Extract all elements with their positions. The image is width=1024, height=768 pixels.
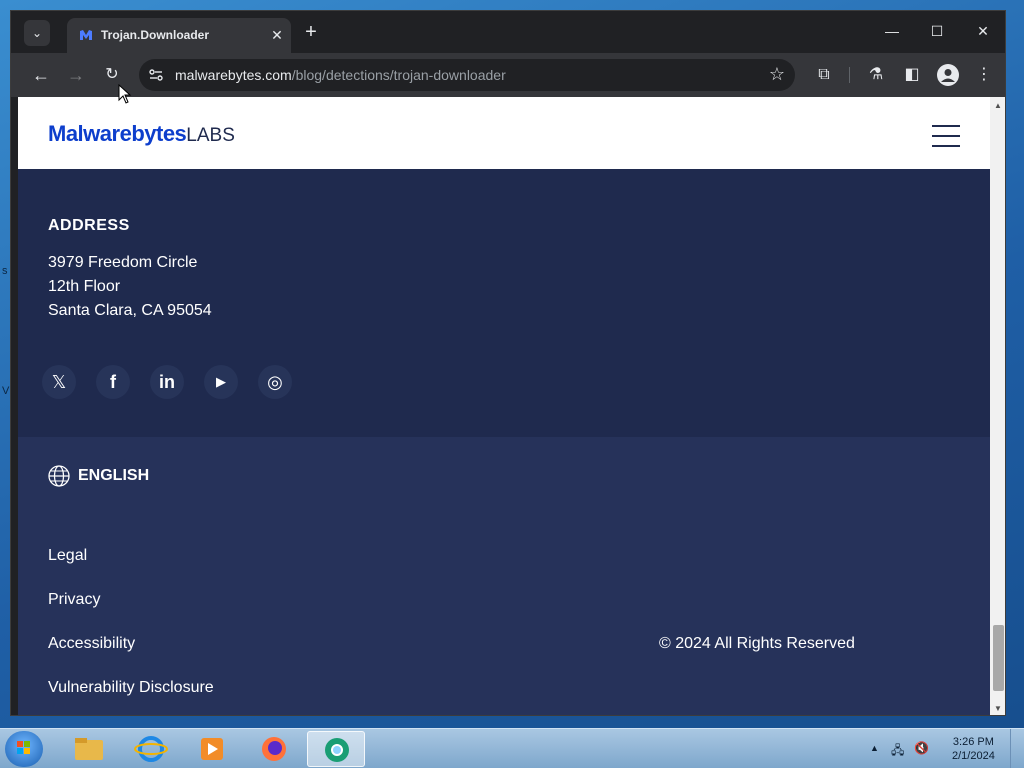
profile-avatar-icon[interactable] <box>936 63 960 87</box>
maximize-button[interactable]: ☐ <box>917 19 957 43</box>
windows-logo-icon <box>17 741 30 754</box>
social-link-linkedin[interactable]: in <box>150 365 184 399</box>
scroll-up-arrow-icon[interactable]: ▲ <box>994 101 1002 110</box>
start-button[interactable] <box>5 731 43 767</box>
footer-link-vulnerability-disclosure[interactable]: Vulnerability Disclosure <box>48 679 214 697</box>
back-button[interactable]: ← <box>28 63 54 87</box>
address-bar[interactable]: malwarebytes.com/blog/detections/trojan-… <box>139 59 795 91</box>
browser-menu-icon[interactable]: ⋮ <box>972 63 996 87</box>
address-line: 3979 Freedom Circle <box>48 254 198 271</box>
hamburger-menu-icon[interactable] <box>932 125 960 147</box>
address-line: 12th Floor <box>48 278 121 295</box>
language-label: ENGLISH <box>78 467 150 485</box>
scroll-down-arrow-icon[interactable]: ▼ <box>994 704 1002 713</box>
tab-bar: ⌄ Trojan.Downloader ✕ + — ☐ ✕ <box>11 11 1005 53</box>
taskbar-media-player[interactable] <box>183 731 241 767</box>
new-tab-button[interactable]: + <box>301 22 321 42</box>
scrollbar-thumb[interactable] <box>993 625 1004 691</box>
site-header: MalwarebytesLABS <box>18 97 990 169</box>
social-link-instagram[interactable]: ◎ <box>258 365 292 399</box>
toolbar-divider <box>849 67 850 83</box>
address-heading: ADDRESS <box>48 217 130 234</box>
internet-explorer-icon <box>134 736 168 762</box>
extensions-icon[interactable]: ⧉ <box>812 63 836 87</box>
instagram-icon: ◎ <box>267 372 283 392</box>
url-host: malwarebytes.com <box>175 67 292 83</box>
chevron-down-icon: ⌄ <box>31 26 43 40</box>
facebook-icon: f <box>110 372 116 392</box>
youtube-icon: ▶ <box>216 374 226 389</box>
volume-muted-icon[interactable]: 🔇 <box>914 741 929 755</box>
page-scrollbar[interactable]: ▲ ▼ <box>990 97 1005 715</box>
media-player-icon <box>201 738 223 760</box>
footer-link-accessibility[interactable]: Accessibility <box>48 635 135 653</box>
url-text[interactable]: malwarebytes.com/blog/detections/trojan-… <box>175 67 506 83</box>
taskbar: ▲ 🖧 🔇 3:26 PM 2/1/2024 <box>0 728 1024 768</box>
logo-labs: LABS <box>186 125 235 146</box>
taskbar-internet-explorer[interactable] <box>122 731 180 767</box>
labs-flask-icon[interactable]: ⚗ <box>864 63 888 87</box>
footer-legal-section: ENGLISH Legal Privacy Accessibility Vuln… <box>18 437 990 715</box>
linkedin-icon: in <box>159 372 175 392</box>
url-path: /blog/detections/trojan-downloader <box>291 67 506 83</box>
malwarebytes-favicon-icon <box>80 30 92 40</box>
logo-brand: Malwarebytes <box>48 121 187 146</box>
taskbar-chrome[interactable] <box>307 731 365 767</box>
show-desktop-button[interactable] <box>1010 729 1024 768</box>
forward-button[interactable]: → <box>63 63 89 87</box>
tab-search-button[interactable]: ⌄ <box>24 20 50 46</box>
bookmark-star-icon[interactable]: ☆ <box>769 64 785 85</box>
desktop-icon-label: V <box>2 385 10 397</box>
minimize-button[interactable]: — <box>872 19 912 43</box>
taskbar-firefox[interactable] <box>245 731 303 767</box>
page-viewport: MalwarebytesLABS ADDRESS 3979 Freedom Ci… <box>18 97 990 715</box>
address-line: Santa Clara, CA 95054 <box>48 302 212 319</box>
taskbar-file-explorer[interactable] <box>60 731 118 767</box>
copyright-text: © 2024 All Rights Reserved <box>659 635 855 652</box>
social-link-youtube[interactable]: ▶ <box>204 365 238 399</box>
chrome-icon <box>325 738 349 762</box>
network-icon[interactable]: 🖧 <box>891 741 904 762</box>
social-link-facebook[interactable]: f <box>96 365 130 399</box>
tray-expand-icon[interactable]: ▲ <box>870 743 879 753</box>
firefox-icon <box>262 737 286 761</box>
globe-icon <box>48 465 70 487</box>
footer-link-privacy[interactable]: Privacy <box>48 591 100 609</box>
x-icon: 𝕏 <box>51 372 67 392</box>
clock-date: 2/1/2024 <box>952 750 995 762</box>
language-selector[interactable]: ENGLISH <box>48 465 149 487</box>
browser-window: ⌄ Trojan.Downloader ✕ + — ☐ ✕ ← → ↻ malw… <box>10 10 1006 716</box>
social-link-x[interactable]: 𝕏 <box>42 365 76 399</box>
site-logo[interactable]: MalwarebytesLABS <box>48 121 235 147</box>
tab-title: Trojan.Downloader <box>101 28 210 42</box>
clock-time: 3:26 PM <box>952 736 994 748</box>
folder-icon <box>75 738 103 760</box>
site-info-icon[interactable] <box>147 66 165 84</box>
footer-link-legal[interactable]: Legal <box>48 547 87 565</box>
tray-clock[interactable]: 3:26 PM 2/1/2024 <box>952 735 995 763</box>
browser-toolbar: ← → ↻ malwarebytes.com/blog/detections/t… <box>11 53 1005 97</box>
tab-active[interactable]: Trojan.Downloader ✕ <box>67 18 291 53</box>
footer-address-section: ADDRESS 3979 Freedom Circle 12th Floor S… <box>18 169 990 437</box>
tab-close-icon[interactable]: ✕ <box>269 27 285 43</box>
desktop-icon-label: s <box>2 265 8 277</box>
close-window-button[interactable]: ✕ <box>963 19 1003 43</box>
mouse-cursor-icon <box>118 84 132 104</box>
side-panel-icon[interactable]: ◧ <box>900 63 924 87</box>
